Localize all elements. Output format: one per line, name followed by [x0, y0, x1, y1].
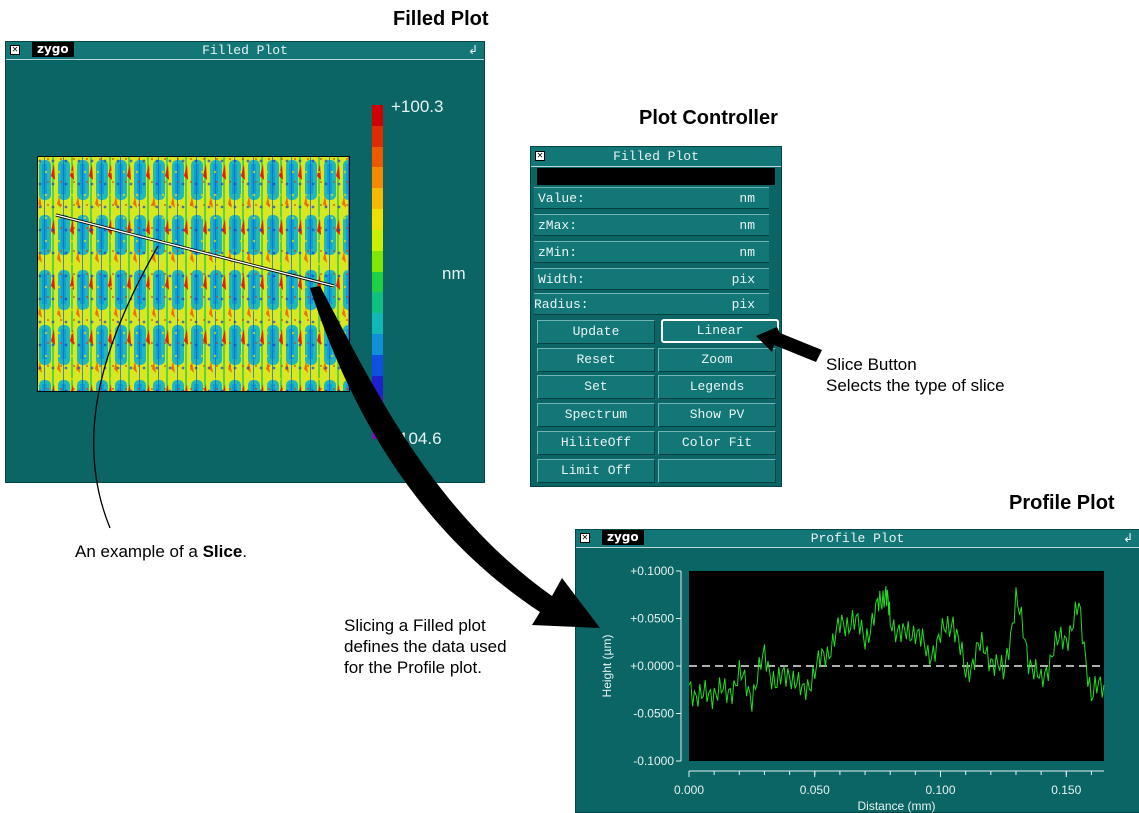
color-scale-segment	[372, 250, 383, 272]
zmin-unit: nm	[739, 245, 755, 260]
slice-button-note-2: Selects the type of slice	[826, 376, 1005, 395]
y-tick-label: +0.0500	[630, 612, 674, 626]
slice-button-note-1: Slice Button	[826, 355, 917, 374]
width-label: Width:	[538, 272, 585, 287]
slicing-note-2: defines the data used	[344, 637, 507, 656]
color-scale-segment	[372, 313, 383, 335]
slice-example-prefix: An example of a	[75, 542, 203, 561]
update-button[interactable]: Update	[537, 320, 655, 344]
hilite-off-button[interactable]: HiliteOff	[537, 431, 655, 455]
legends-button[interactable]: Legends	[658, 375, 776, 399]
color-scale-segment	[372, 209, 383, 231]
profile-plot-heading: Profile Plot	[1009, 492, 1115, 514]
zmin-label: zMin:	[538, 245, 578, 260]
plot-controller-window[interactable]: ✕ Filled Plot Value: nm zMax: nm zMin: n…	[530, 146, 782, 487]
profile-chart: +0.1000 +0.0500 +0.0000 -0.0500 -0.1000 0.000…	[600, 564, 1105, 813]
color-scale-segment	[372, 354, 383, 377]
color-scale-segment	[372, 292, 383, 314]
slicing-note-3: for the Profile plot.	[344, 658, 482, 677]
y-tick-label: -0.1000	[633, 754, 674, 768]
reset-button[interactable]: Reset	[537, 348, 655, 372]
value-label: Value:	[538, 191, 585, 206]
color-scale-bar	[372, 105, 383, 439]
color-scale-segment	[372, 229, 383, 252]
width-unit: pix	[731, 272, 755, 287]
set-button[interactable]: Set	[537, 375, 655, 399]
y-tick-label: +0.0000	[630, 659, 674, 673]
profile-titlebar[interactable]: ✕ zygo Profile Plot ↲	[576, 530, 1139, 548]
slice-example-caption: An example of a Slice.	[75, 542, 247, 562]
filled-plot-heading: Filled Plot	[393, 8, 489, 30]
x-tick-label: 0.050	[800, 783, 830, 797]
filled-plot-titlebar[interactable]: ✕ zygo Filled Plot ↲	[6, 42, 484, 60]
y-tick-label: -0.0500	[633, 707, 674, 721]
color-scale-segment	[372, 417, 383, 439]
scale-unit-label: nm	[442, 264, 466, 283]
filled-plot-image[interactable]	[37, 156, 350, 392]
color-scale-segment	[372, 125, 383, 148]
plot-controller-heading: Plot Controller	[639, 107, 778, 129]
color-scale-segment	[372, 375, 383, 397]
x-axis-label: Distance (mm)	[857, 799, 935, 813]
color-scale-segment	[372, 271, 383, 293]
color-scale-segment	[372, 105, 383, 127]
color-scale-segment	[372, 333, 383, 356]
window-title: Profile Plot	[810, 531, 905, 546]
limit-off-button[interactable]: Limit Off	[537, 459, 655, 483]
width-field[interactable]: Width: pix	[534, 268, 769, 290]
x-tick-label: 0.000	[674, 783, 704, 797]
zmax-field[interactable]: zMax: nm	[534, 214, 769, 236]
value-field[interactable]: Value: nm	[534, 187, 769, 209]
zmin-field[interactable]: zMin: nm	[534, 241, 769, 263]
zmax-label: zMax:	[538, 218, 578, 233]
zoom-button[interactable]: Zoom	[658, 348, 776, 372]
color-scale-segment	[372, 188, 383, 210]
controller-input-box[interactable]	[537, 168, 775, 185]
color-scale-segment	[372, 167, 383, 189]
color-scale-segment	[372, 146, 383, 168]
controller-titlebar[interactable]: ✕ Filled Plot	[531, 147, 781, 167]
radius-label: Radius:	[534, 297, 589, 312]
x-tick-label: 0.100	[925, 783, 955, 797]
window-title: Filled Plot	[613, 149, 699, 164]
radius-field[interactable]: Radius: pix	[534, 293, 769, 315]
pin-icon[interactable]: ↲	[468, 44, 480, 56]
filled-plot-window[interactable]: ✕ zygo Filled Plot ↲ +100.3 nm 104.6	[5, 41, 485, 483]
linear-slice-button[interactable]: Linear	[661, 319, 779, 343]
color-scale-segment	[372, 396, 383, 418]
y-tick-label: +0.1000	[630, 564, 674, 578]
slice-example-bold: Slice	[202, 542, 243, 561]
scale-max-label: +100.3	[391, 97, 444, 116]
zmax-unit: nm	[739, 218, 755, 233]
spectrum-button[interactable]: Spectrum	[537, 403, 655, 427]
profile-plot-window[interactable]: ✕ zygo Profile Plot ↲ +0.1000 +0.0500 +0.0…	[575, 529, 1139, 813]
slice-example-suffix: .	[242, 542, 248, 561]
radius-unit: pix	[731, 297, 755, 312]
empty-button[interactable]	[658, 459, 776, 483]
window-title: Filled Plot	[202, 43, 288, 58]
value-unit: nm	[739, 191, 755, 206]
color-fit-button[interactable]: Color Fit	[658, 431, 776, 455]
x-tick-label: 0.150	[1051, 783, 1081, 797]
y-axis-label: Height (µm)	[600, 635, 614, 698]
pin-icon[interactable]: ↲	[1123, 532, 1135, 544]
slicing-note-1: Slicing a Filled plot	[344, 616, 486, 635]
scale-min-label: 104.6	[399, 429, 442, 448]
show-pv-button[interactable]: Show PV	[658, 403, 776, 427]
